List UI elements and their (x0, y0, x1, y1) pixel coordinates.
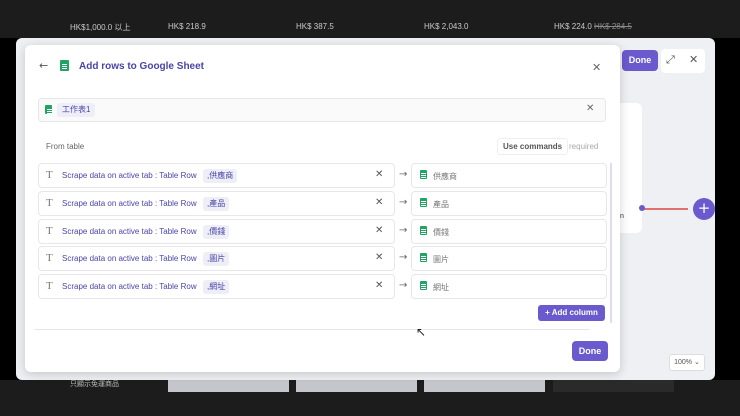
column-source-field[interactable]: T Scrape data on active tab : Table Row … (38, 163, 395, 188)
step-connector (642, 208, 688, 210)
column-target-field[interactable]: 價錢 (411, 219, 607, 244)
arrow-right-icon: → (399, 197, 408, 208)
column-source-field[interactable]: T Scrape data on active tab : Table Row … (38, 246, 395, 271)
clear-icon[interactable]: ✕ (375, 197, 383, 208)
product-thumbnail (424, 380, 545, 392)
free-shipping-filter: 只顯示免運商品 (70, 381, 119, 388)
product-thumbnail (296, 380, 417, 392)
text-type-icon: T (46, 280, 53, 292)
mouse-cursor-icon: ↖ (416, 325, 427, 339)
arrow-right-icon: → (399, 280, 408, 291)
google-sheet-icon (45, 105, 52, 114)
source-label: Scrape data on active tab : Table Row (62, 171, 197, 180)
source-column-tag: ,價錢 (203, 225, 230, 239)
done-button[interactable]: Done (572, 341, 608, 361)
dialog-title: Add rows to Google Sheet (79, 61, 205, 72)
google-sheet-icon (420, 226, 427, 235)
price-filter-text: HK$1,000.0 以上 (70, 23, 131, 32)
source-column-tag: ,產品 (203, 197, 230, 211)
google-sheet-icon (420, 281, 427, 290)
column-source-field[interactable]: T Scrape data on active tab : Table Row … (38, 191, 395, 216)
use-commands-button[interactable]: Use commands (497, 138, 569, 155)
target-column-label: 供應商 (433, 172, 457, 181)
source-label: Scrape data on active tab : Table Row (62, 254, 197, 263)
price-text: HK$ 218.9 (168, 22, 206, 31)
price-text: HK$ 224.0 HK$ 284.5 (554, 22, 632, 31)
source-column-tag: ,供應商 (203, 169, 238, 183)
column-target-field[interactable]: 供應商 (411, 163, 607, 188)
sheet-name-chip: 工作表1 (57, 103, 96, 117)
google-sheet-icon (420, 253, 427, 262)
arrow-left-icon[interactable]: ← (39, 59, 48, 72)
canvas-card-text: n (620, 213, 624, 220)
arrow-right-icon: → (399, 225, 408, 236)
clear-icon[interactable]: ✕ (375, 225, 383, 236)
source-column-tag: ,網址 (203, 280, 230, 294)
clear-icon[interactable]: ✕ (375, 252, 383, 263)
close-icon[interactable]: ✕ (689, 53, 698, 66)
arrow-right-icon: → (399, 252, 408, 263)
from-table-label: From table (46, 142, 85, 151)
clear-icon[interactable]: ✕ (375, 169, 383, 180)
target-column-label: 產品 (433, 200, 449, 209)
text-type-icon: T (46, 169, 53, 181)
target-column-label: 網址 (433, 283, 449, 292)
plus-icon: + (697, 199, 711, 217)
google-sheet-icon (420, 170, 427, 179)
chevron-down-icon: ⌄ (693, 359, 700, 366)
plus-icon: + (545, 308, 550, 317)
text-type-icon: T (46, 197, 53, 209)
price-text: HK$ 387.5 (296, 22, 334, 31)
window-done-button[interactable]: Done (622, 50, 658, 71)
product-thumbnail (553, 380, 674, 392)
add-column-button[interactable]: + Add column (538, 305, 605, 321)
google-sheet-icon (60, 60, 69, 71)
column-target-field[interactable]: 網址 (411, 274, 607, 299)
sheet-select[interactable] (38, 98, 606, 122)
column-target-field[interactable]: 產品 (411, 191, 607, 216)
target-column-label: 價錢 (433, 228, 449, 237)
connector-handle[interactable] (639, 205, 645, 211)
required-label: required (569, 142, 599, 151)
target-column-label: 圖片 (433, 255, 449, 264)
source-label: Scrape data on active tab : Table Row (62, 227, 197, 236)
source-label: Scrape data on active tab : Table Row (62, 199, 197, 208)
price-text: HK$ 2,043.0 (424, 22, 469, 31)
google-sheet-icon (420, 198, 427, 207)
text-type-icon: T (46, 252, 53, 264)
divider (34, 329, 590, 330)
zoom-select[interactable]: 100% ⌄ (669, 354, 705, 371)
source-column-tag: ,圖片 (203, 252, 230, 266)
add-step-button[interactable]: + (693, 198, 715, 220)
add-rows-dialog: ← Add rows to Google Sheet ✕ 工作表1 ✕ From… (25, 45, 620, 372)
close-icon[interactable]: ✕ (592, 61, 601, 74)
arrow-right-icon: → (399, 169, 408, 180)
product-thumbnail (168, 380, 289, 392)
column-target-field[interactable]: 圖片 (411, 246, 607, 271)
expand-icon[interactable]: ⤢ (666, 53, 675, 67)
mapping-scrollbar[interactable] (610, 163, 612, 323)
clear-sheet-icon[interactable]: ✕ (586, 103, 594, 114)
clear-icon[interactable]: ✕ (375, 280, 383, 291)
column-source-field[interactable]: T Scrape data on active tab : Table Row … (38, 219, 395, 244)
column-source-field[interactable]: T Scrape data on active tab : Table Row … (38, 274, 395, 299)
text-type-icon: T (46, 225, 53, 237)
source-label: Scrape data on active tab : Table Row (62, 282, 197, 291)
